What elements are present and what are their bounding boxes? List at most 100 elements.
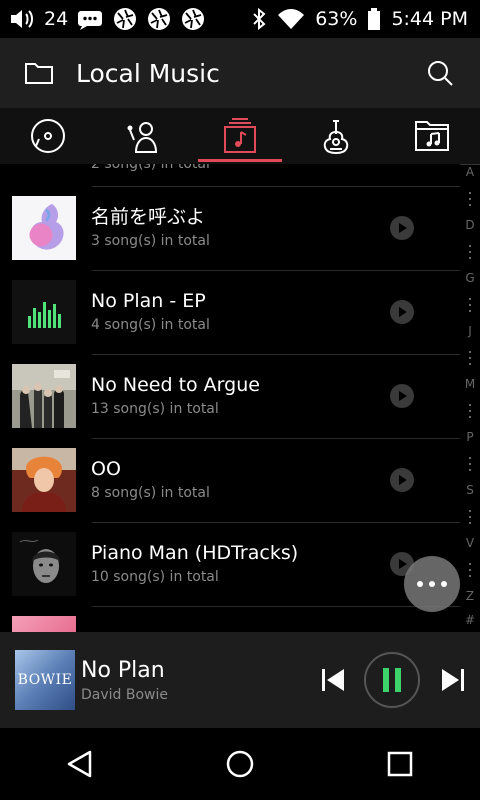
divider: [92, 270, 460, 271]
cover-text: BOWIE: [17, 672, 73, 688]
page-title: Local Music: [76, 58, 220, 88]
wifi-icon: [278, 9, 305, 29]
dot: [429, 581, 435, 587]
folder-icon[interactable]: [24, 60, 54, 86]
play-button[interactable]: [390, 384, 414, 408]
play-icon: [399, 559, 407, 569]
index-dots: [469, 233, 471, 270]
list-item[interactable]: OO 8 song(s) in total: [0, 438, 460, 522]
divider: [92, 606, 460, 607]
index-letter[interactable]: P: [466, 429, 473, 445]
tab-artists[interactable]: [96, 108, 192, 164]
play-button[interactable]: [390, 468, 414, 492]
album-subtitle: 4 song(s) in total: [91, 317, 210, 333]
index-letter[interactable]: M: [465, 376, 475, 392]
album-name: No Plan - EP: [91, 290, 206, 312]
album-cover: [12, 364, 76, 428]
app-bar: Local Music: [0, 38, 480, 108]
system-nav-bar: [0, 728, 480, 800]
index-letter[interactable]: A: [466, 164, 474, 180]
tab-genres[interactable]: [288, 108, 384, 164]
index-letter[interactable]: J: [468, 323, 472, 339]
play-icon: [399, 391, 407, 401]
dot: [441, 581, 447, 587]
play-button[interactable]: [390, 216, 414, 240]
index-letter[interactable]: #: [465, 612, 475, 628]
index-dots: [469, 180, 471, 217]
aperture-icon: [148, 8, 171, 30]
aperture-icon: [114, 8, 137, 30]
index-dots: [469, 445, 471, 482]
play-icon: [399, 307, 407, 317]
pause-icon: [383, 668, 401, 692]
alphabet-index[interactable]: A D G J M P S V Z #: [460, 164, 480, 632]
pause-button[interactable]: [364, 652, 420, 708]
album-subtitle: 3 song(s) in total: [91, 233, 210, 249]
battery-percent: 63%: [315, 8, 358, 30]
list-item-partial[interactable]: [0, 606, 460, 632]
category-tabs: [0, 108, 480, 165]
play-icon: [399, 475, 407, 485]
album-name: No Need to Argue: [91, 374, 260, 396]
album-music-icon: [224, 118, 256, 153]
guitar-icon: [323, 120, 349, 154]
album-cover: [12, 448, 76, 512]
list-item[interactable]: 名前を呼ぶよ 3 song(s) in total: [0, 186, 460, 270]
bluetooth-icon: [253, 7, 266, 31]
notification-count: 24: [44, 8, 69, 30]
index-dots: [469, 339, 471, 376]
divider: [92, 438, 460, 439]
index-letter[interactable]: S: [466, 482, 474, 498]
index-dots: [469, 392, 471, 429]
list-item[interactable]: Piano Man (HDTracks) 10 song(s) in total: [0, 522, 460, 606]
recents-icon[interactable]: [386, 750, 414, 778]
tab-albums[interactable]: [192, 108, 288, 164]
album-subtitle: 8 song(s) in total: [91, 485, 210, 501]
index-dots: [469, 498, 471, 535]
clock: 5:44 PM: [391, 8, 468, 30]
album-subtitle: 10 song(s) in total: [91, 569, 219, 585]
album-cover: [12, 196, 76, 260]
index-letter[interactable]: V: [466, 535, 474, 551]
dot: [417, 581, 423, 587]
album-name: OO: [91, 458, 121, 480]
now-playing-artist: David Bowie: [81, 686, 168, 703]
index-letter[interactable]: D: [465, 217, 474, 233]
index-dots: [469, 551, 471, 588]
list-item[interactable]: No Need to Argue 13 song(s) in total: [0, 354, 460, 438]
album-subtitle: 13 song(s) in total: [91, 401, 219, 417]
divider: [92, 522, 460, 523]
message-icon: [78, 11, 103, 30]
search-icon[interactable]: [426, 59, 454, 87]
now-playing-cover: BOWIE: [15, 650, 75, 710]
divider: [92, 354, 460, 355]
status-bar: 24 63% 5:44 PM: [0, 0, 480, 38]
more-options-button[interactable]: [404, 556, 460, 612]
artist-icon: [127, 122, 158, 153]
disc-icon: [31, 119, 65, 153]
play-button[interactable]: [390, 300, 414, 324]
previous-track-icon[interactable]: [320, 667, 346, 693]
volume-icon: [11, 10, 33, 28]
album-list[interactable]: 2 song(s) in total 名前を呼ぶよ 3 song(s) in t…: [0, 164, 460, 632]
album-cover: [12, 280, 76, 344]
index-letter[interactable]: G: [465, 270, 474, 286]
play-icon: [399, 223, 407, 233]
battery-icon: [368, 8, 381, 30]
now-playing-bar[interactable]: BOWIE No Plan David Bowie: [0, 632, 480, 728]
divider: [92, 186, 460, 187]
album-cover: [12, 532, 76, 596]
album-name: Piano Man (HDTracks): [91, 542, 299, 564]
tab-folders[interactable]: [384, 108, 480, 164]
home-icon[interactable]: [225, 749, 255, 779]
back-icon[interactable]: [66, 749, 94, 779]
album-name: 名前を呼ぶよ: [91, 206, 206, 228]
now-playing-title: No Plan: [81, 657, 165, 683]
next-track-icon[interactable]: [440, 667, 466, 693]
album-subtitle: 2 song(s) in total: [91, 164, 210, 172]
list-item[interactable]: No Plan - EP 4 song(s) in total: [0, 270, 460, 354]
tab-songs[interactable]: [0, 108, 96, 164]
list-item-partial[interactable]: 2 song(s) in total: [0, 164, 460, 186]
index-letter[interactable]: Z: [466, 588, 474, 604]
aperture-icon: [182, 8, 205, 30]
